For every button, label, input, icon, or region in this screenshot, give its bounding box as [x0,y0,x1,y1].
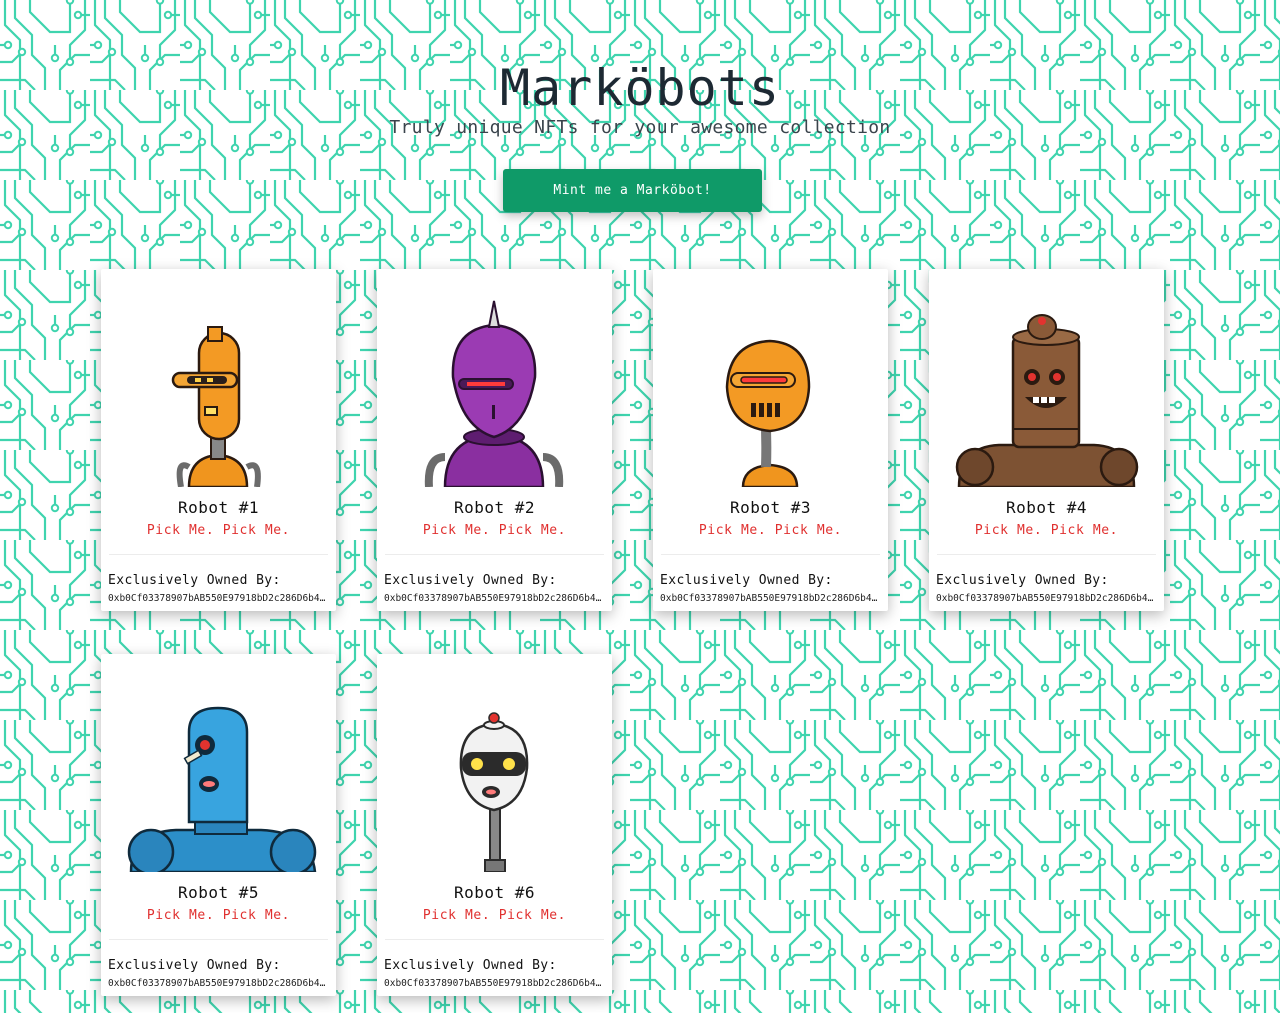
owner-label: Exclusively Owned By: [384,573,557,588]
card-divider [661,554,880,555]
card-title: Robot #2 [453,498,536,517]
owner-label: Exclusively Owned By: [108,573,281,588]
page-subtitle: Truly unique NFTs for your awesome colle… [389,117,891,138]
card-title: Robot #3 [729,498,812,517]
card-tagline: Pick Me. Pick Me. [146,908,291,923]
card-tagline: Pick Me. Pick Me. [146,523,291,538]
page-header: Marköbots Truly unique NFTs for your awe… [0,58,1280,138]
owner-label: Exclusively Owned By: [936,573,1109,588]
card-tagline: Pick Me. Pick Me. [698,523,843,538]
owner-address: 0xb0Cf03378907bAB550E97918bD2c286D6b4… [936,593,1154,604]
robot-image [955,314,1139,487]
robot-image [127,706,317,872]
robot-image [424,300,564,487]
card-title: Robot #6 [453,883,536,902]
card-title: Robot #4 [1005,498,1088,517]
owner-label: Exclusively Owned By: [384,958,557,973]
robot-image [725,339,811,487]
card-tagline: Pick Me. Pick Me. [974,523,1119,538]
robot-card[interactable]: Robot #5 Pick Me. Pick Me. Exclusively O… [101,654,336,996]
card-divider [109,939,328,940]
owner-address: 0xb0Cf03378907bAB550E97918bD2c286D6b4… [384,593,602,604]
owner-label: Exclusively Owned By: [108,958,281,973]
robot-card[interactable]: Robot #6 Pick Me. Pick Me. Exclusively O… [377,654,612,996]
page-title: Marköbots [500,59,780,117]
card-tagline: Pick Me. Pick Me. [422,523,567,538]
robot-card[interactable]: Robot #4 Pick Me. Pick Me. Exclusively O… [929,269,1164,611]
owner-label: Exclusively Owned By: [660,573,833,588]
robot-image [171,326,261,487]
card-divider [385,554,604,555]
robot-card[interactable]: Robot #3 Pick Me. Pick Me. Exclusively O… [653,269,888,611]
card-divider [385,939,604,940]
owner-address: 0xb0Cf03378907bAB550E97918bD2c286D6b4… [384,978,602,989]
card-title: Robot #1 [177,498,260,517]
owner-address: 0xb0Cf03378907bAB550E97918bD2c286D6b4… [108,978,326,989]
robot-card[interactable]: Robot #1 Pick Me. Pick Me. Exclusively O… [101,269,336,611]
card-divider [109,554,328,555]
owner-address: 0xb0Cf03378907bAB550E97918bD2c286D6b4… [108,593,326,604]
robot-image [459,712,529,872]
card-tagline: Pick Me. Pick Me. [422,908,567,923]
mint-button[interactable]: Mint me a Marköbot! [503,169,762,212]
robot-card[interactable]: Robot #2 Pick Me. Pick Me. Exclusively O… [377,269,612,611]
card-title: Robot #5 [177,883,260,902]
card-divider [937,554,1156,555]
owner-address: 0xb0Cf03378907bAB550E97918bD2c286D6b4… [660,593,878,604]
